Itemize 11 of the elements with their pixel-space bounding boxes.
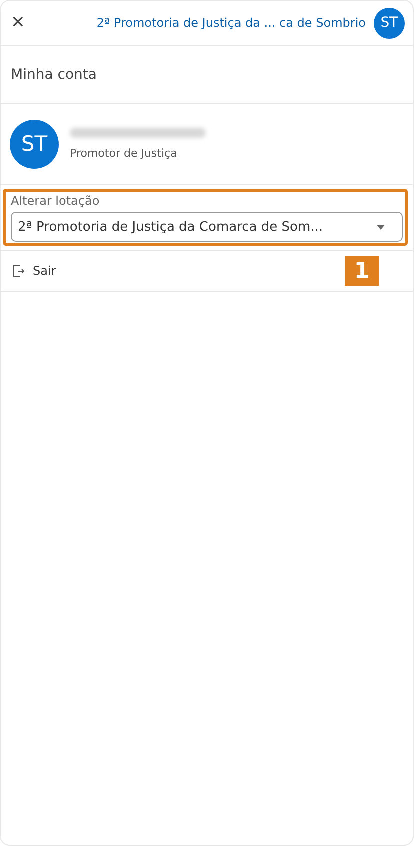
location-select[interactable]: 2ª Promotoria de Justiça da Comarca de Som... <box>11 212 403 242</box>
close-button[interactable]: ✕ <box>11 13 31 33</box>
profile-avatar: ST <box>10 120 59 168</box>
logout-icon <box>13 264 25 278</box>
user-avatar[interactable]: ST <box>374 8 405 38</box>
section-title: Minha conta <box>1 46 413 104</box>
step-badge: 1 <box>345 256 379 286</box>
field-label: Alterar lotação <box>11 194 101 208</box>
caret-icon <box>377 224 385 230</box>
user-role: Promotor de Justiça <box>70 147 178 160</box>
current-location-link[interactable]: 2ª Promotoria de Justiça da ... ca de Sombrio <box>31 16 366 30</box>
